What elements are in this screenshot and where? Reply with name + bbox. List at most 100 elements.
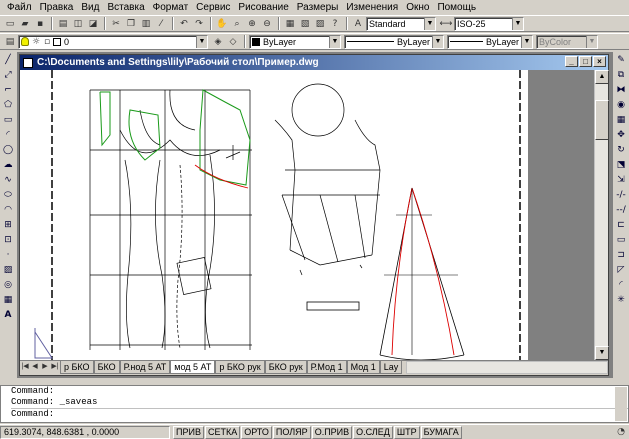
drawing-titlebar[interactable]: C:\Documents and Settings\lily\Рабочий с… — [20, 55, 608, 70]
redo-icon[interactable]: ↷ — [192, 17, 206, 31]
chevron-down-icon[interactable]: ▼ — [424, 17, 435, 30]
hatch-icon[interactable]: ▨ — [2, 264, 15, 277]
explode-icon[interactable]: ✳ — [615, 294, 628, 307]
layer-manager-icon[interactable]: ▤ — [3, 35, 17, 49]
menu-window[interactable]: Окно — [402, 0, 433, 15]
polygon-icon[interactable]: ⬠ — [2, 99, 15, 112]
zoom-realtime-icon[interactable]: ⌕ — [230, 17, 244, 31]
layer-combo[interactable]: ☼ ▫ 0 ▼ — [18, 34, 208, 49]
tab-first-icon[interactable]: |◀ — [20, 361, 30, 373]
rotate-icon[interactable]: ↻ — [615, 144, 628, 157]
layout-tab-active[interactable]: мод 5 АТ — [170, 361, 216, 374]
properties-icon[interactable]: ▦ — [283, 17, 297, 31]
region-icon[interactable]: ◎ — [2, 279, 15, 292]
mirror-icon[interactable]: ⧓ — [615, 84, 628, 97]
drawing-canvas[interactable] — [20, 70, 594, 360]
fillet-icon[interactable]: ◜ — [615, 279, 628, 292]
ellipse-arc-icon[interactable]: ◠ — [2, 204, 15, 217]
menu-file[interactable]: Файл — [3, 0, 36, 15]
open-folder-icon[interactable]: ▰ — [18, 17, 32, 31]
chevron-down-icon[interactable]: ▼ — [521, 35, 532, 48]
move-icon[interactable]: ✥ — [615, 129, 628, 142]
table-icon[interactable]: ▦ — [2, 294, 15, 307]
scale-icon[interactable]: ⬔ — [615, 159, 628, 172]
layout-tab[interactable]: Lay — [379, 361, 403, 374]
join-icon[interactable]: ⊐ — [615, 249, 628, 262]
undo-icon[interactable]: ↶ — [177, 17, 191, 31]
command-scrollbar[interactable] — [615, 387, 627, 421]
dim-style-combo[interactable]: ISO-25 ▼ — [454, 16, 524, 31]
copy-icon[interactable]: ❐ — [124, 17, 138, 31]
lineweight-combo[interactable]: ByLayer ▼ — [447, 34, 533, 49]
make-current-layer-icon[interactable]: ◈ — [211, 35, 225, 49]
print-preview-icon[interactable]: ◫ — [71, 17, 85, 31]
maximize-button[interactable]: □ — [579, 56, 592, 67]
plotstyle-combo[interactable]: ByColor ▼ — [536, 34, 598, 49]
paste-icon[interactable]: ▥ — [139, 17, 153, 31]
chevron-down-icon[interactable]: ▼ — [586, 35, 597, 48]
zoom-previous-icon[interactable]: ⊖ — [260, 17, 274, 31]
scroll-thumb[interactable] — [595, 100, 609, 140]
menu-insert[interactable]: Вставка — [103, 0, 148, 15]
construction-line-icon[interactable]: ⤢ — [2, 69, 15, 82]
osnap-toggle[interactable]: О.ПРИВ — [311, 425, 353, 439]
tab-last-icon[interactable]: ▶| — [50, 361, 60, 373]
paper-model-toggle[interactable]: БУМАГА — [420, 425, 462, 439]
tool-palettes-icon[interactable]: ▨ — [313, 17, 327, 31]
layout-tab[interactable]: р БКО — [60, 361, 94, 374]
layout-tab[interactable]: БКО — [93, 361, 120, 374]
scroll-up-icon[interactable]: ▲ — [595, 70, 609, 84]
layout-tab[interactable]: БКО рук — [264, 361, 307, 374]
layout-tab[interactable]: Р.Мод 1 — [306, 361, 347, 374]
rectangle-icon[interactable]: ▭ — [2, 114, 15, 127]
save-icon[interactable]: ▪ — [33, 17, 47, 31]
zoom-window-icon[interactable]: ⊕ — [245, 17, 259, 31]
extend-icon[interactable]: --/ — [615, 204, 628, 217]
menu-draw[interactable]: Рисование — [234, 0, 292, 15]
vertical-scrollbar[interactable]: ▲ ▼ — [594, 70, 609, 360]
ellipse-icon[interactable]: ⬭ — [2, 189, 15, 202]
revision-cloud-icon[interactable]: ☁ — [2, 159, 15, 172]
offset-icon[interactable]: ◉ — [615, 99, 628, 112]
layout-tab[interactable]: Мод 1 — [346, 361, 380, 374]
match-properties-icon[interactable]: ⁄ — [154, 17, 168, 31]
multiline-text-icon[interactable]: A — [2, 309, 15, 322]
layout-tab[interactable]: р БКО рук — [215, 361, 265, 374]
erase-icon[interactable]: ✎ — [615, 54, 628, 67]
scroll-down-icon[interactable]: ▼ — [595, 346, 609, 360]
ortho-toggle[interactable]: ОРТО — [241, 425, 272, 439]
chevron-down-icon[interactable]: ▼ — [512, 17, 523, 30]
line-icon[interactable]: ╱ — [2, 54, 15, 67]
linetype-combo[interactable]: ByLayer ▼ — [344, 34, 444, 49]
insert-block-icon[interactable]: ⊞ — [2, 219, 15, 232]
break-at-point-icon[interactable]: ⊏ — [615, 219, 628, 232]
layout-tab[interactable]: Р.нод 5 АТ — [119, 361, 171, 374]
lineweight-toggle[interactable]: ШТР — [393, 425, 420, 439]
trim-icon[interactable]: -/- — [615, 189, 628, 202]
chamfer-icon[interactable]: ◸ — [615, 264, 628, 277]
tab-prev-icon[interactable]: ◀ — [30, 361, 40, 373]
menu-format[interactable]: Формат — [149, 0, 193, 15]
snap-toggle[interactable]: ПРИВ — [173, 425, 204, 439]
new-file-icon[interactable]: ▭ — [3, 17, 17, 31]
layer-previous-icon[interactable]: ◇ — [226, 35, 240, 49]
communication-center-icon[interactable]: ◔ — [614, 425, 628, 439]
text-style-combo[interactable]: Standard ▼ — [366, 16, 436, 31]
grid-toggle[interactable]: СЕТКА — [204, 425, 241, 439]
minimize-button[interactable]: _ — [565, 56, 578, 67]
menu-help[interactable]: Помощь — [433, 0, 480, 15]
menu-tools[interactable]: Сервис — [192, 0, 234, 15]
close-button[interactable]: × — [593, 56, 606, 67]
break-icon[interactable]: ▭ — [615, 234, 628, 247]
arc-icon[interactable]: ◜ — [2, 129, 15, 142]
menu-modify[interactable]: Изменения — [342, 0, 402, 15]
point-icon[interactable]: · — [2, 249, 15, 262]
pan-icon[interactable]: ✋ — [215, 17, 229, 31]
chevron-down-icon[interactable]: ▼ — [196, 35, 207, 48]
chevron-down-icon[interactable]: ▼ — [329, 35, 340, 48]
menu-view[interactable]: Вид — [77, 0, 103, 15]
publish-icon[interactable]: ◪ — [86, 17, 100, 31]
color-combo[interactable]: ByLayer ▼ — [249, 34, 341, 49]
polar-toggle[interactable]: ПОЛЯР — [272, 425, 311, 439]
horizontal-scrollbar[interactable] — [406, 361, 608, 374]
